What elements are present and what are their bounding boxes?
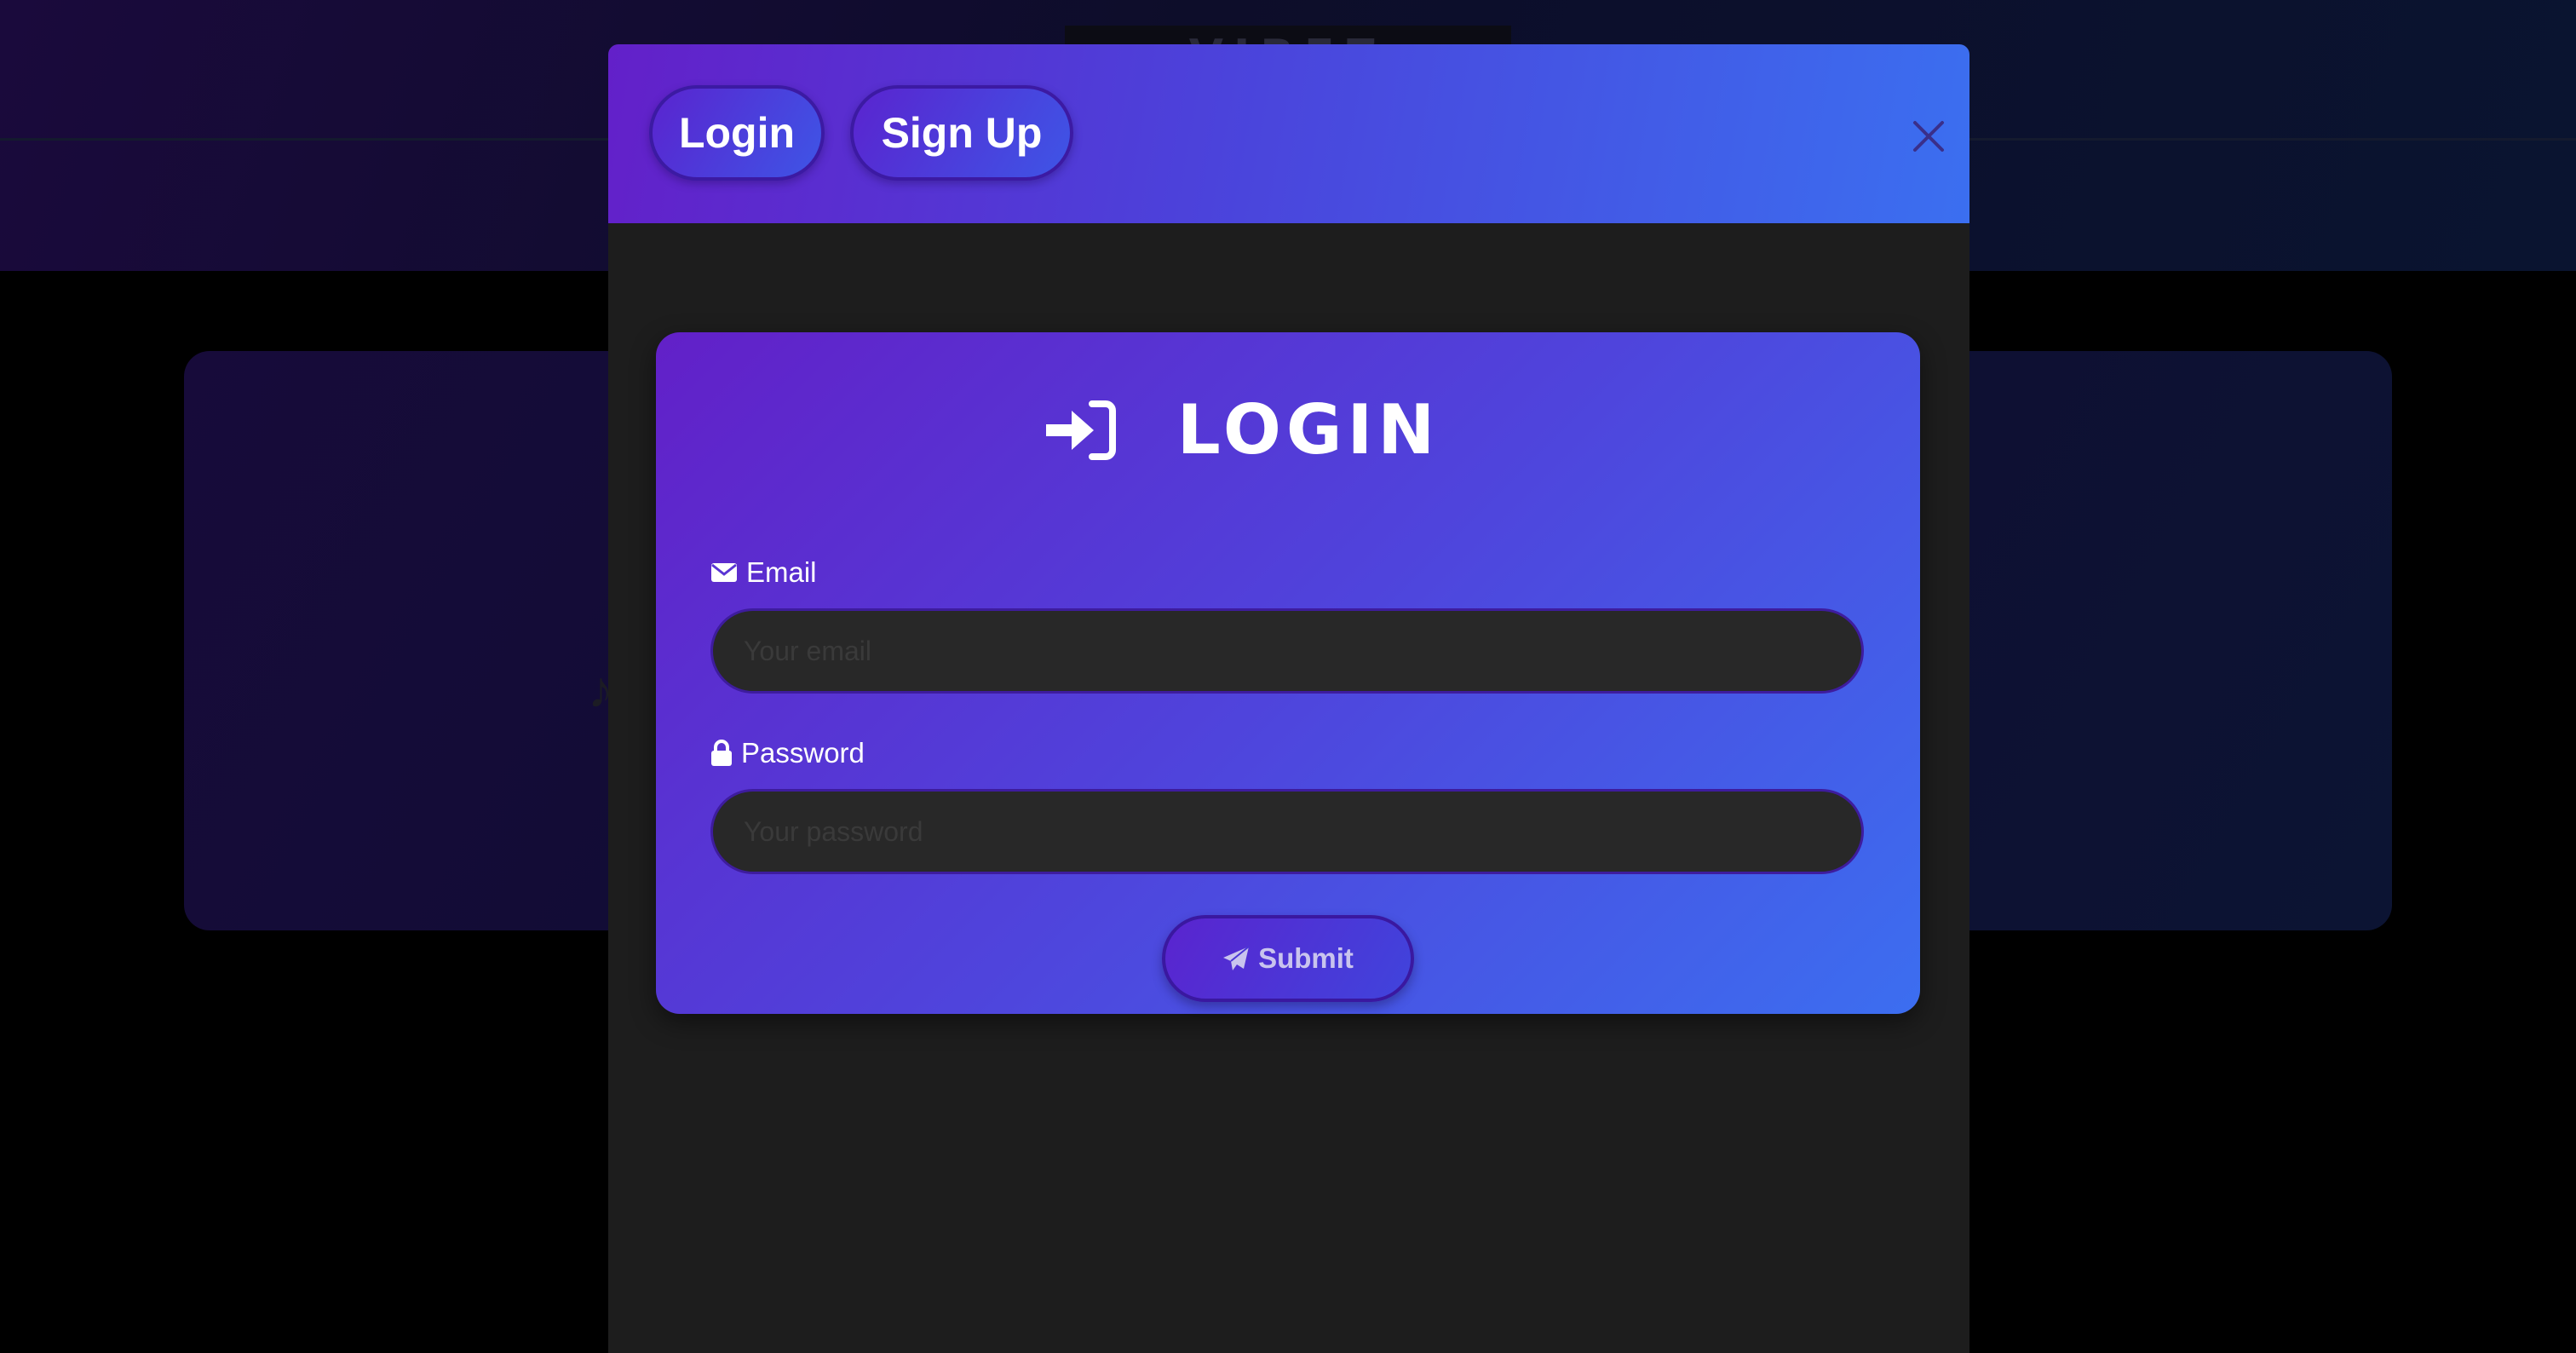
close-icon [1913,121,1944,152]
login-title-row: LOGIN [656,392,1920,469]
lock-icon [711,740,732,766]
login-title: LOGIN [1176,390,1440,469]
sign-in-icon [1045,400,1116,460]
paper-plane-icon [1223,946,1250,970]
email-label: Email [710,556,817,590]
close-button[interactable] [1903,111,1954,162]
submit-button[interactable]: Submit [1162,915,1414,1002]
envelope-icon [711,563,737,582]
tab-sign-up[interactable]: Sign Up [850,85,1073,181]
password-field[interactable] [710,789,1864,874]
auth-modal: Login Sign Up LOGIN Email Your email Pas… [608,44,1969,1353]
email-field[interactable] [710,608,1864,694]
tab-login[interactable]: Login [649,85,825,181]
submit-label: Submit [1258,942,1354,974]
email-label-text: Email [746,556,817,588]
password-label-text: Password [741,737,865,769]
login-card: LOGIN Email Password Submit [656,332,1920,1014]
modal-header: Login Sign Up [608,44,1969,223]
password-label: Password [710,736,865,770]
